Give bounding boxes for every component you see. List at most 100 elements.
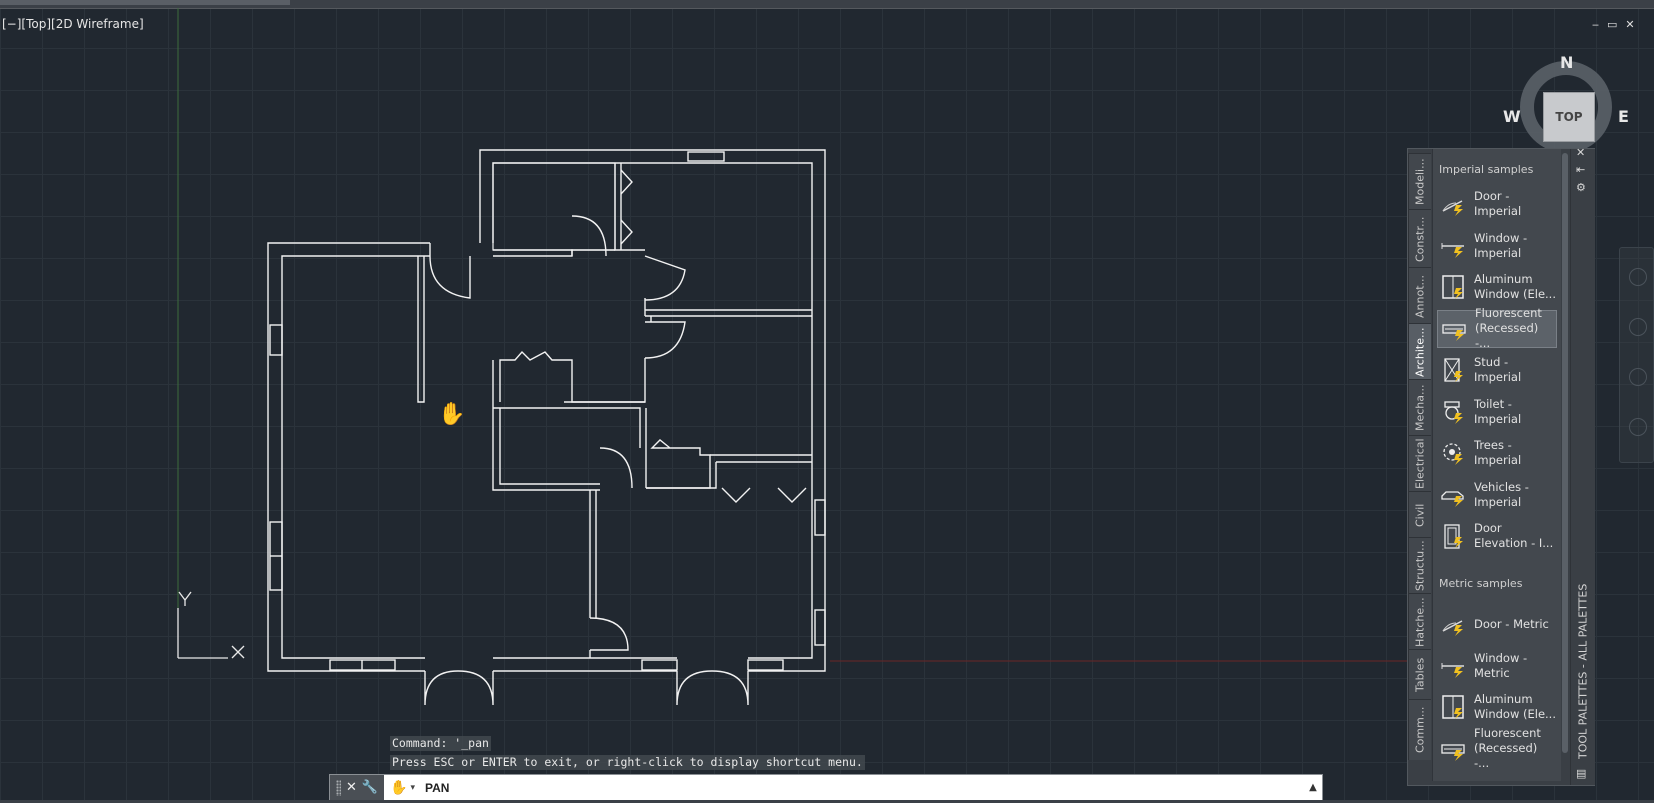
palette-tool-label: Toilet - Imperial [1474, 396, 1522, 426]
command-input[interactable] [414, 775, 1304, 800]
customize-icon[interactable]: 🔧 [362, 780, 378, 795]
tree-icon [1454, 454, 1463, 465]
palette-close-icon[interactable]: ✕ [1576, 146, 1585, 159]
palette-tab[interactable]: Tables [1408, 649, 1431, 700]
compass-west[interactable]: W [1503, 107, 1521, 126]
palette-tab[interactable]: Electrical [1408, 435, 1431, 492]
palette-tab[interactable]: Hatche... [1408, 593, 1431, 650]
vehicle-icon [1454, 495, 1463, 507]
palette-tool-item[interactable]: Door - Imperial [1437, 185, 1557, 223]
window-icon [1454, 666, 1463, 678]
palette-tool-item[interactable]: Aluminum Window (Ele... [1437, 268, 1557, 306]
command-history-line: Press ESC or ENTER to exit, or right-cli… [390, 755, 865, 770]
palette-tool-item[interactable]: Vehicles - Imperial [1437, 476, 1557, 514]
palette-tool-item[interactable]: Toilet - Imperial [1437, 393, 1557, 431]
aluminum-window-icon [1440, 694, 1466, 720]
tool-palette: Modeli... Constr... Annot... Archite... Mech… [1407, 146, 1595, 786]
door-icon [1440, 611, 1466, 637]
palette-tool-item[interactable]: Fluorescent (Recessed) -... [1437, 726, 1557, 770]
orbit-icon[interactable] [1629, 418, 1647, 436]
palette-tool-item[interactable]: Fluorescent (Recessed) -... [1437, 306, 1557, 350]
palette-tool-label: Door - Imperial [1474, 189, 1522, 218]
tree-icon [1449, 449, 1455, 455]
palette-tab[interactable]: Mecha... [1408, 379, 1431, 436]
palette-tab[interactable]: Modeli... [1408, 153, 1431, 210]
pan-hand-cursor-icon: ✋ [438, 402, 466, 427]
metric-section-title: Metric samples [1439, 577, 1523, 590]
palette-tabs: Modeli... Constr... Annot... Archite... Mech… [1408, 149, 1432, 760]
tree-icon [1443, 443, 1463, 465]
grip-handle[interactable] [336, 779, 341, 796]
command-line: ✕ 🔧 ✋▾ ▲ [329, 774, 1323, 801]
palette-tool-label: Aluminum Window (Ele... [1474, 272, 1556, 301]
palette-tab[interactable]: Civil [1408, 491, 1431, 538]
command-prompt-icon[interactable]: ✋ ▾ [384, 780, 415, 796]
toilet-icon [1444, 400, 1460, 408]
palette-tool-item[interactable]: Window - Imperial [1437, 227, 1557, 265]
command-history-arrow-icon[interactable]: ▲ [1304, 782, 1322, 793]
palette-tool-item[interactable]: Door Elevation - I... [1437, 517, 1557, 555]
fluorescent-icon [1455, 329, 1464, 341]
door-icon [1440, 191, 1466, 217]
ucs-icon [177, 591, 245, 659]
window-icon [1440, 233, 1466, 259]
scrollbar-thumb[interactable] [1562, 153, 1568, 753]
palette-tool-item[interactable]: Trees - Imperial [1437, 434, 1557, 472]
navigation-bar[interactable] [1619, 247, 1654, 463]
palette-content[interactable]: Imperial samples Metric samples Door - I… [1432, 149, 1561, 781]
pan-icon[interactable] [1629, 318, 1647, 336]
aluminum-window-icon [1442, 275, 1464, 299]
fluorescent-icon [1441, 316, 1467, 342]
palette-tool-item[interactable]: Aluminum Window (Ele... [1437, 688, 1557, 726]
palette-tool-label: Aluminum Window (Ele... [1474, 692, 1556, 721]
compass-north[interactable]: N [1560, 53, 1573, 72]
palette-tool-label: Trees - Imperial [1474, 438, 1522, 467]
palette-tool-label: Window - Metric [1474, 650, 1528, 680]
window-icon [1441, 242, 1464, 258]
palette-tool-label: Door Elevation - I... [1474, 521, 1554, 550]
vehicle-icon [1440, 482, 1466, 508]
hand-icon: ✋ [390, 779, 408, 796]
palette-autohide-icon[interactable]: ⇤ [1576, 163, 1585, 176]
window-icon [1441, 662, 1464, 678]
palette-tool-item[interactable]: Stud - Imperial [1437, 351, 1557, 389]
palette-menu-icon[interactable]: ▤ [1576, 767, 1586, 780]
fluorescent-icon [1441, 743, 1465, 761]
palette-tool-label: Fluorescent (Recessed) -... [1474, 726, 1541, 770]
fluorescent-icon [1440, 736, 1466, 762]
palette-tab[interactable]: Comm... [1408, 699, 1431, 760]
command-line-grip[interactable]: ✕ 🔧 [330, 775, 384, 800]
door-elevation-icon [1440, 523, 1466, 549]
door-elevation-icon [1444, 524, 1463, 549]
door-icon [1442, 620, 1463, 636]
toilet-icon [1444, 400, 1463, 424]
imperial-section-title: Imperial samples [1439, 163, 1534, 176]
zoom-icon[interactable] [1629, 368, 1647, 386]
palette-scrollbar[interactable] [1562, 153, 1568, 753]
stud-icon [1440, 357, 1466, 383]
palette-tab[interactable]: Annot... [1408, 267, 1431, 324]
toilet-icon [1454, 412, 1463, 424]
aluminum-window-icon [1442, 695, 1464, 719]
palette-title: TOOL PALETTES - ALL PALETTES [1576, 583, 1590, 759]
palette-tool-item[interactable]: Window - Metric [1437, 647, 1557, 685]
vehicle-icon [1441, 490, 1464, 507]
palette-tab[interactable]: Constr... [1408, 209, 1431, 268]
steering-wheel-icon[interactable] [1629, 268, 1647, 286]
palette-tool-label: Stud - Imperial [1474, 355, 1522, 384]
stud-icon [1444, 358, 1463, 382]
palette-tab[interactable]: Archite... [1408, 323, 1431, 380]
command-history-line: Command: '_pan [390, 736, 491, 751]
palette-title-strip[interactable]: ✕ ⇤ ⚙ TOOL PALETTES - ALL PALETTES ▤ [1570, 146, 1595, 785]
palette-tool-label: Vehicles - Imperial [1474, 479, 1529, 509]
palette-tool-label: Fluorescent (Recessed) -... [1475, 306, 1542, 350]
door-icon [1454, 625, 1463, 636]
palette-tool-item[interactable]: Door - Metric [1437, 605, 1557, 643]
aluminum-window-icon [1440, 274, 1466, 300]
toilet-icon [1440, 399, 1466, 425]
compass-east[interactable]: E [1618, 107, 1629, 126]
palette-tab[interactable]: Structu... [1408, 537, 1431, 594]
palette-properties-icon[interactable]: ⚙ [1576, 181, 1586, 194]
view-cube-face-top[interactable]: TOP [1543, 92, 1595, 142]
close-icon[interactable]: ✕ [346, 780, 357, 795]
